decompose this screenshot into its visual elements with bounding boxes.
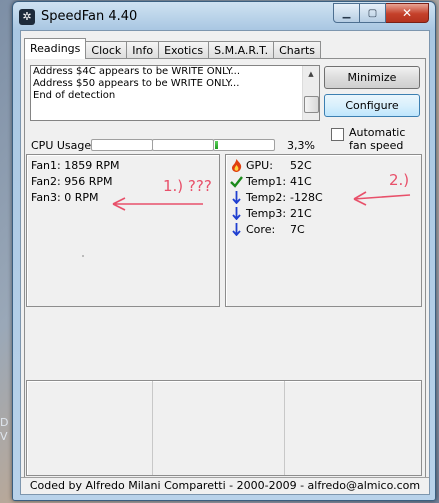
temp-row-temp1: Temp1: 41C <box>230 173 312 189</box>
temp-name: GPU: <box>246 158 273 172</box>
annotation-arrow-right <box>353 191 411 206</box>
fan1-reading: Fan1: 1859 RPM <box>31 159 120 172</box>
detection-log[interactable]: Address $4C appears to be WRITE ONLY... … <box>30 65 320 121</box>
title-bar[interactable]: ✲ SpeedFan 4.40 ▁ ▢ ✕ <box>13 2 435 32</box>
automatic-fan-speed-label: Automatic fan speed <box>349 126 406 152</box>
scroll-up-icon[interactable]: ▲ <box>303 66 319 82</box>
down-arrow-icon <box>230 222 243 236</box>
down-arrow-icon <box>230 190 243 204</box>
temp-value: 21C <box>290 206 312 220</box>
desktop-side-text: D V <box>0 416 9 443</box>
temp-value: 52C <box>290 158 312 172</box>
fans-panel: Fan1: 1859 RPM Fan2: 956 RPM Fan3: 0 RPM… <box>26 154 220 307</box>
temp-value: -128C <box>290 190 323 204</box>
checkmark-icon <box>230 175 243 188</box>
temps-panel: GPU: 52C Temp1: 41C Temp2: -128C Temp3: … <box>225 154 422 307</box>
temp-row-core: Core: 7C <box>230 221 305 237</box>
cpu-core-bar <box>91 139 153 151</box>
tab-strip: Readings Clock Info Exotics S.M.A.R.T. C… <box>24 38 322 59</box>
graph-divider <box>152 381 153 475</box>
flame-icon <box>230 158 243 172</box>
log-line: Address $50 appears to be WRITE ONLY... <box>33 78 240 89</box>
temp-value: 41C <box>290 174 312 188</box>
scroll-thumb[interactable] <box>304 96 319 113</box>
log-scrollbar[interactable]: ▲ <box>302 66 319 120</box>
temp-name: Temp3: <box>246 206 287 220</box>
cpu-core-bar-fill <box>215 141 218 149</box>
graph-divider <box>284 381 285 475</box>
graph-panel <box>26 380 422 476</box>
tab-readings[interactable]: Readings <box>24 38 87 59</box>
tab-clock[interactable]: Clock <box>85 41 128 59</box>
fan2-reading: Fan2: 956 RPM <box>31 175 113 188</box>
temp-name: Core: <box>246 222 276 236</box>
down-arrow-icon <box>230 206 243 220</box>
temp-name: Temp1: <box>246 174 287 188</box>
cpu-usage-value: 3,3% <box>287 139 315 152</box>
close-window-button[interactable]: ✕ <box>386 3 429 23</box>
temp-row-gpu: GPU: 52C <box>230 157 312 173</box>
temp-row-temp3: Temp3: 21C <box>230 205 312 221</box>
cpu-core-bar <box>152 139 214 151</box>
cpu-usage-label: CPU Usage <box>31 139 92 152</box>
annotation-arrow-left <box>112 197 203 211</box>
window-controls: ▁ ▢ ✕ <box>333 3 429 23</box>
log-line: End of detection <box>33 90 116 101</box>
maximize-window-button[interactable]: ▢ <box>360 3 386 23</box>
speedfan-app-icon: ✲ <box>19 9 35 25</box>
configure-button[interactable]: Configure <box>324 94 420 117</box>
tab-info[interactable]: Info <box>126 41 160 59</box>
minimize-button[interactable]: Minimize <box>324 66 420 89</box>
client-area: Readings Clock Info Exotics S.M.A.R.T. C… <box>20 30 430 495</box>
tab-charts[interactable]: Charts <box>273 41 322 59</box>
fan3-reading: Fan3: 0 RPM <box>31 191 99 204</box>
log-line: Address $4C appears to be WRITE ONLY... <box>33 66 240 77</box>
temp-value: 7C <box>290 222 305 236</box>
cpu-core-bar <box>213 139 275 151</box>
tab-smart[interactable]: S.M.A.R.T. <box>208 41 275 59</box>
tab-exotics[interactable]: Exotics <box>158 41 210 59</box>
status-bar: Coded by Alfredo Milani Comparetti - 200… <box>21 477 429 494</box>
minimize-window-button[interactable]: ▁ <box>333 3 360 23</box>
temp-name: Temp2: <box>246 190 287 204</box>
automatic-fan-speed-checkbox[interactable] <box>331 128 344 141</box>
temp-row-temp2: Temp2: -128C <box>230 189 323 205</box>
window-title: SpeedFan 4.40 <box>41 9 138 24</box>
stray-dot <box>82 255 84 257</box>
speedfan-window: ✲ SpeedFan 4.40 ▁ ▢ ✕ Readings Clock Inf… <box>12 1 436 501</box>
